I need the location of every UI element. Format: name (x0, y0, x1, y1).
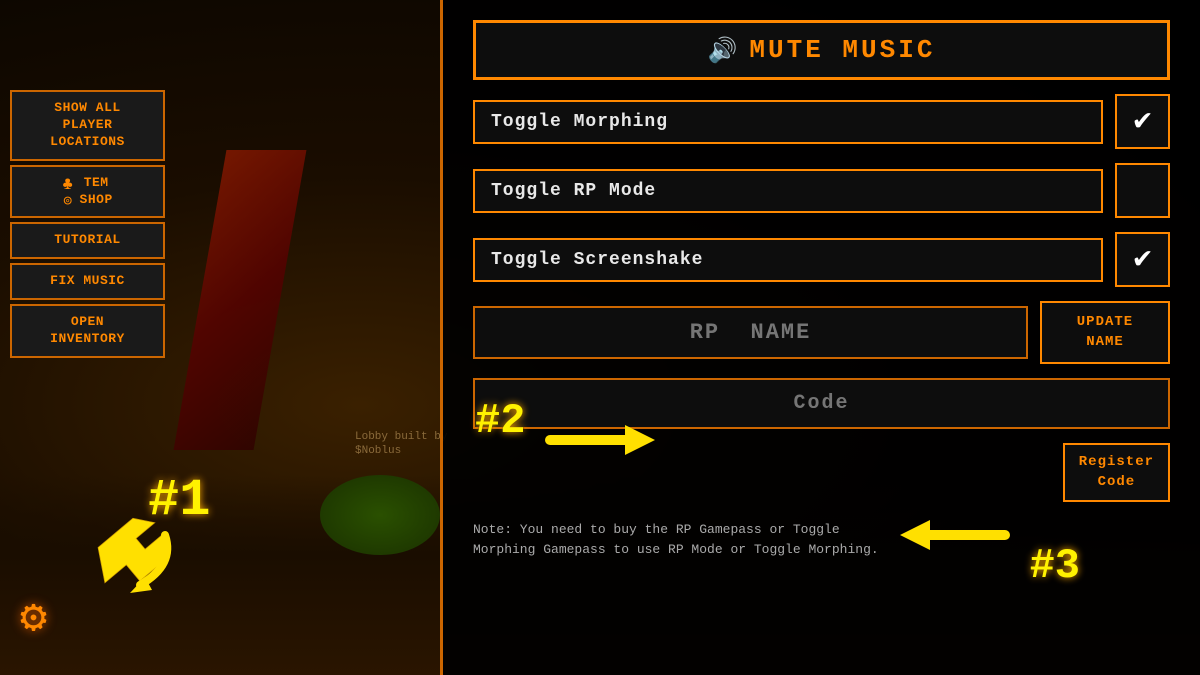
checkmark-screenshake: ✔ (1133, 245, 1151, 275)
mute-music-button[interactable]: 🔊 MUTE MUSIC (473, 20, 1170, 80)
annotation-2: #2 (475, 397, 525, 445)
gear-icon[interactable]: ⚙ (20, 589, 47, 645)
rp-name-input[interactable] (473, 306, 1028, 359)
tem-shop-button[interactable]: ♣ ◎ TEM SHOP (10, 165, 165, 219)
lobby-credit: Lobby built by $Noblus (355, 430, 447, 459)
toggle-screenshake-row: Toggle Screenshake ✔ (473, 232, 1170, 287)
toggle-screenshake-checkbox[interactable]: ✔ (1115, 232, 1170, 287)
arrow-3-icon (895, 510, 1015, 560)
open-inventory-button[interactable]: OPEN INVENTORY (10, 304, 165, 358)
bg-red-shape (174, 150, 307, 450)
mute-music-label: MUTE MUSIC (749, 35, 935, 65)
fix-music-button[interactable]: Fix Music (10, 263, 165, 300)
toggle-morphing-checkbox[interactable]: ✔ (1115, 94, 1170, 149)
annotation-3: #3 (1030, 542, 1080, 590)
register-code-button[interactable]: Register Code (1063, 443, 1170, 502)
sidebar: Show All Player Locations ♣ ◎ TEM SHOP T… (10, 90, 165, 358)
arrow-2-icon (540, 415, 660, 465)
arrow-1-icon (80, 515, 190, 595)
tem-icon: ♣ ◎ (62, 176, 73, 207)
checkmark-morphing: ✔ (1133, 107, 1151, 137)
tem-shop-label: TEM SHOP (80, 175, 113, 209)
main-panel: 🔊 MUTE MUSIC Toggle Morphing ✔ Toggle RP… (440, 0, 1200, 675)
rp-name-row: UPDATE NAME (473, 301, 1170, 364)
speaker-icon: 🔊 (708, 36, 738, 65)
update-name-button[interactable]: UPDATE NAME (1040, 301, 1170, 364)
toggle-morphing-row: Toggle Morphing ✔ (473, 94, 1170, 149)
toggle-morphing-button[interactable]: Toggle Morphing (473, 100, 1103, 144)
toggle-screenshake-button[interactable]: Toggle Screenshake (473, 238, 1103, 282)
bg-green-element (320, 475, 440, 555)
toggle-rp-mode-row: Toggle RP Mode ✔ (473, 163, 1170, 218)
show-all-locations-button[interactable]: Show All Player Locations (10, 90, 165, 161)
toggle-rp-mode-checkbox[interactable]: ✔ (1115, 163, 1170, 218)
toggle-rp-mode-button[interactable]: Toggle RP Mode (473, 169, 1103, 213)
tutorial-button[interactable]: Tutorial (10, 222, 165, 259)
